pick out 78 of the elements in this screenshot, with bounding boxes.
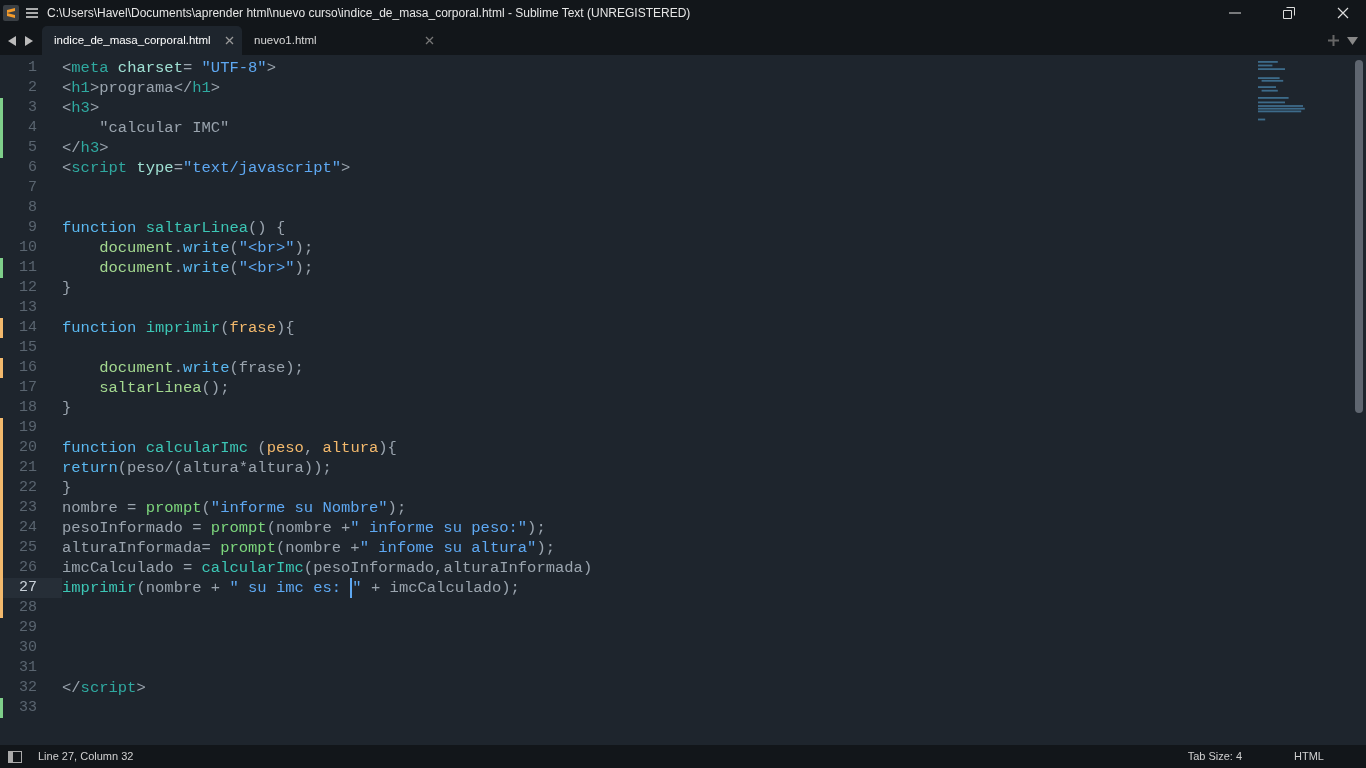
code-line: function calcularImc (peso, altura){ bbox=[62, 438, 397, 458]
line-number: 33 bbox=[18, 697, 37, 718]
code-line: document.write("<br>"); bbox=[98, 238, 314, 258]
scrollbar-thumb[interactable] bbox=[1355, 60, 1363, 413]
line-number: 28 bbox=[18, 597, 37, 618]
line-number: 1 bbox=[27, 57, 37, 78]
line-number: 15 bbox=[18, 337, 37, 358]
cursor-position: Line 27, Column 32 bbox=[38, 749, 134, 765]
line-number: 27 bbox=[18, 577, 37, 598]
restore-icon[interactable] bbox=[1283, 7, 1295, 19]
editor-tab[interactable]: indice_de_masa_corporal.html bbox=[42, 26, 242, 55]
close-tab-icon[interactable] bbox=[425, 36, 434, 45]
line-number: 12 bbox=[18, 277, 37, 298]
syntax-indicator[interactable]: HTML bbox=[1294, 748, 1324, 765]
code-line: <h1>programa</h1> bbox=[62, 78, 221, 98]
line-number: 2 bbox=[27, 77, 37, 98]
change-marker bbox=[0, 358, 3, 378]
line-number: 13 bbox=[18, 297, 37, 318]
code-line: saltarLinea(); bbox=[98, 378, 230, 398]
line-number: 11 bbox=[18, 257, 37, 278]
change-marker bbox=[0, 318, 3, 338]
line-number: 5 bbox=[27, 137, 37, 158]
line-number: 32 bbox=[18, 677, 37, 698]
line-number: 26 bbox=[18, 557, 37, 578]
code-line: <script type="text/javascript"> bbox=[62, 158, 351, 178]
code-line: nombre = prompt("informe su Nombre"); bbox=[62, 498, 407, 518]
code-line: } bbox=[62, 278, 72, 298]
line-number: 22 bbox=[18, 477, 37, 498]
panel-toggle-icon[interactable] bbox=[8, 750, 22, 763]
code-line: <h3> bbox=[62, 98, 100, 118]
close-icon[interactable] bbox=[1337, 7, 1349, 19]
menu-icon[interactable] bbox=[25, 7, 39, 19]
line-number: 25 bbox=[18, 537, 37, 558]
forward-icon[interactable] bbox=[25, 35, 34, 46]
line-number: 23 bbox=[18, 497, 37, 518]
code-line: function imprimir(frase){ bbox=[62, 318, 295, 338]
line-number: 29 bbox=[18, 617, 37, 638]
code-line: alturaInformada= prompt(nombre +" infome su altura"); bbox=[62, 538, 555, 558]
code-line: document.write("<br>"); bbox=[98, 258, 314, 278]
code-line: return(peso/(altura*altura)); bbox=[62, 458, 332, 478]
code-line: } bbox=[62, 478, 72, 498]
line-number: 10 bbox=[18, 237, 37, 258]
code-line: </script> bbox=[62, 678, 146, 698]
code-line: imprimir(nombre + " su imc es: " + imcCalculado); bbox=[62, 577, 520, 599]
line-number: 9 bbox=[27, 217, 37, 238]
close-tab-icon[interactable] bbox=[225, 36, 234, 45]
back-icon[interactable] bbox=[8, 35, 17, 46]
code-line: </h3> bbox=[62, 138, 109, 158]
line-number: 14 bbox=[18, 317, 37, 338]
line-number: 16 bbox=[18, 357, 37, 378]
line-number: 20 bbox=[18, 437, 37, 458]
line-number: 8 bbox=[27, 197, 37, 218]
change-marker bbox=[0, 258, 3, 278]
line-number: 6 bbox=[27, 157, 37, 178]
line-number: 3 bbox=[27, 97, 37, 118]
code-line: } bbox=[62, 398, 72, 418]
line-number: 31 bbox=[18, 657, 37, 678]
add-tab-icon[interactable] bbox=[1328, 35, 1339, 46]
window-title: C:\Users\Havel\Documents\aprender html\nuevo curso\indice_de_masa_corporal.html - Sublime Text (UNREGISTERED) bbox=[47, 5, 691, 22]
code-line: "calcular IMC" bbox=[98, 118, 230, 138]
line-number: 17 bbox=[18, 377, 37, 398]
line-number: 19 bbox=[18, 417, 37, 438]
app-logo-icon bbox=[3, 5, 19, 21]
line-number: 30 bbox=[18, 637, 37, 658]
line-number: 4 bbox=[27, 117, 37, 138]
change-marker bbox=[0, 698, 3, 718]
code-line: imcCalculado = calcularImc(pesoInformado,alturaInformada) bbox=[62, 558, 593, 578]
dropdown-icon[interactable] bbox=[1347, 36, 1358, 45]
code-line: document.write(frase); bbox=[98, 358, 304, 378]
code-line: pesoInformado = prompt(nombre +" informe su peso:"); bbox=[62, 518, 546, 538]
code-line: <meta charset= "UTF-8"> bbox=[62, 58, 276, 78]
line-number: 7 bbox=[27, 177, 37, 198]
line-number: 21 bbox=[18, 457, 37, 478]
editor-tab[interactable]: nuevo1.html bbox=[242, 26, 442, 55]
code-line: function saltarLinea() { bbox=[62, 218, 286, 238]
line-number: 18 bbox=[18, 397, 37, 418]
tab-size-indicator[interactable]: Tab Size: 4 bbox=[1187, 748, 1243, 765]
line-number: 24 bbox=[18, 517, 37, 538]
